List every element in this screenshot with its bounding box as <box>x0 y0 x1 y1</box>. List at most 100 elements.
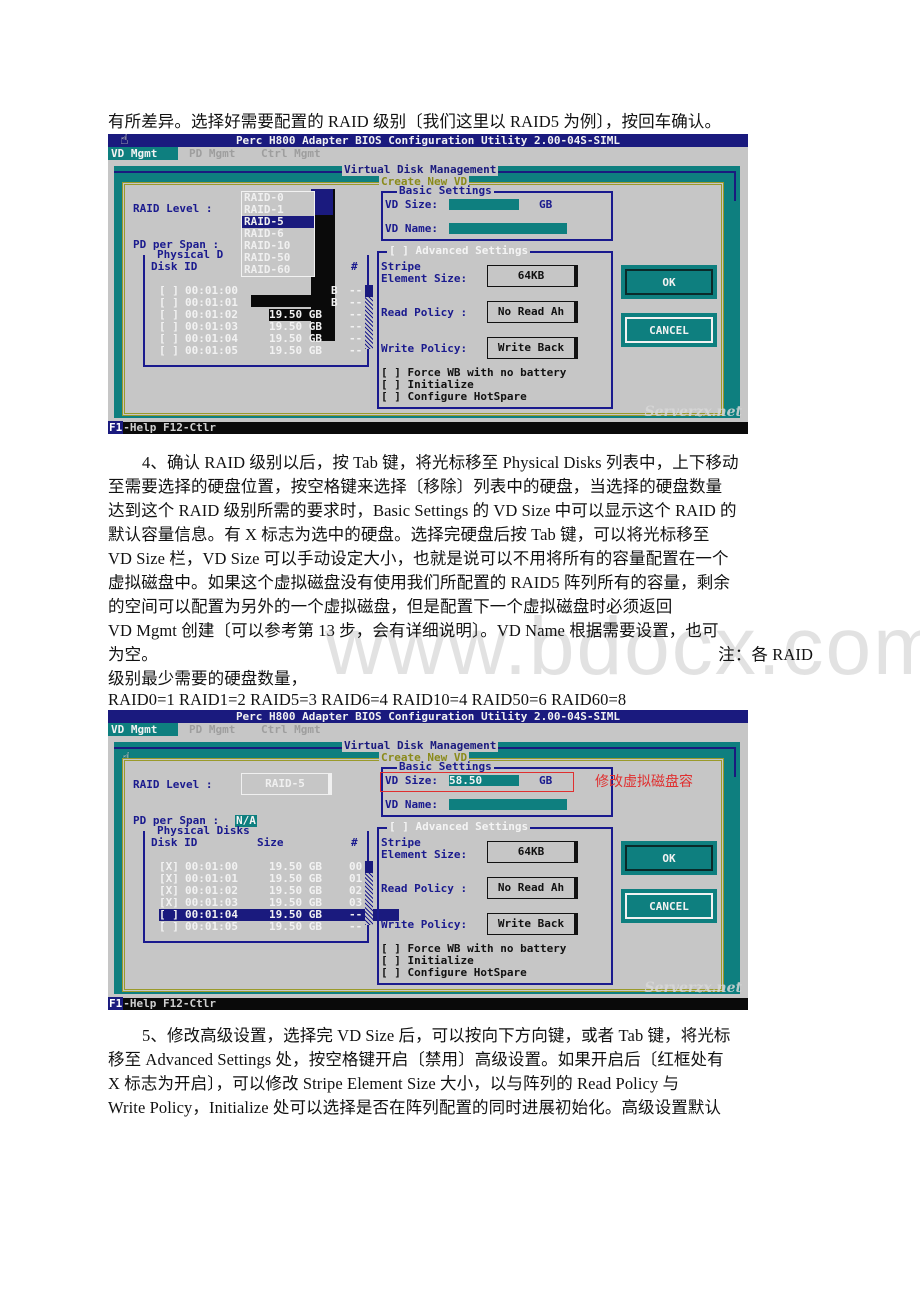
text-line: VD Mgmt 创建〔可以参考第 13 步，会有详细说明〕。VD Name 根据… <box>108 621 719 640</box>
bios-status-bar: F1-Help F12-Ctlr <box>108 421 748 434</box>
write-policy-select[interactable]: Write Back <box>487 337 575 359</box>
bios-title-bar: Perc H800 Adapter BIOS Configuration Uti… <box>108 134 748 147</box>
tab-pd-mgmt[interactable]: PD Mgmt <box>186 147 238 160</box>
text-line: 移至 Advanced Settings 处，按空格键开启〔禁用〕高级设置。如果… <box>108 1050 724 1069</box>
text-line: 有所差异。选择好需要配置的 RAID 级别〔我们这里以 RAID5 为例〕，按回… <box>108 112 722 131</box>
status-hint: -Help F12-Ctlr <box>123 997 216 1010</box>
ok-label: OK <box>625 845 713 871</box>
col-disk-id: Disk ID <box>151 836 198 849</box>
write-policy-select[interactable]: Write Back <box>487 913 575 935</box>
disk-size: 19.50 GB <box>269 920 322 933</box>
read-policy-label: Read Policy : <box>381 882 468 895</box>
raid-min-disks: RAID0=1 RAID1=2 RAID5=3 RAID6=4 RAID10=4… <box>108 690 627 709</box>
vd-size-label: VD Size: <box>385 198 438 211</box>
ok-button[interactable]: OK <box>621 841 717 875</box>
basic-settings-box: Basic Settings VD Size: GB VD Name: <box>381 185 613 241</box>
configure-hotspare-checkbox[interactable]: [ ] Configure HotSpare <box>381 967 527 979</box>
hand-cursor-icon: ☝ <box>120 134 129 148</box>
tab-pd-mgmt[interactable]: PD Mgmt <box>186 723 238 736</box>
scroll-thumb[interactable] <box>365 861 373 873</box>
disk-row[interactable]: [ ] 00:01:05 19.50 GB -- <box>159 921 399 933</box>
text-line: 5、修改高级设置，选择完 VD Size 后，可以按向下方向键，或者 Tab 键… <box>142 1026 731 1045</box>
stripe-size-select[interactable]: 64KB <box>487 841 575 863</box>
col-size: Size <box>257 836 284 849</box>
tab-ctrl-mgmt[interactable]: Ctrl Mgmt <box>258 147 324 160</box>
text-line: 达到这个 RAID 级别所需的要求时，Basic Settings 的 VD S… <box>108 501 737 520</box>
ok-label: OK <box>625 269 713 295</box>
text-line: 虚拟磁盘中。如果这个虚拟磁盘没有使用我们所配置的 RAID5 阵列所有的容量，剩… <box>108 573 730 592</box>
step5-paragraph: 5、修改高级设置，选择完 VD Size 后，可以按向下方向键，或者 Tab 键… <box>108 1024 813 1120</box>
advanced-settings-box: [ ] Advanced Settings Stripe Element Siz… <box>377 821 613 985</box>
element-size-label: Element Size: <box>381 272 468 285</box>
bios-screenshot-1: Perc H800 Adapter BIOS Configuration Uti… <box>108 134 748 434</box>
gb-unit: GB <box>539 198 553 211</box>
vd-size-input[interactable] <box>449 199 519 210</box>
bios-status-bar: F1-Help F12-Ctlr <box>108 997 748 1010</box>
disk-size: 19.50 GB <box>269 344 322 357</box>
bios-body: Virtual Disk Management Create New VD RA… <box>108 160 748 422</box>
disk-number: -- <box>349 920 363 933</box>
tab-vd-mgmt[interactable]: VD Mgmt <box>108 147 178 160</box>
advanced-settings-toggle[interactable]: [ ] Advanced Settings <box>387 821 531 833</box>
vd-size-annotation: 修改虚拟磁盘容 <box>595 774 693 790</box>
note-label: 注：各 RAID <box>718 645 813 664</box>
site-watermark: Serverzx.net <box>644 980 742 996</box>
col-num: # <box>351 836 358 849</box>
col-disk-id: Disk ID <box>151 260 198 273</box>
disk-list-scrollbar[interactable] <box>365 861 373 925</box>
write-policy-label: Write Policy: <box>381 918 468 931</box>
text-line: X 标志为开启〕，可以修改 Stripe Element Size 大小，以与阵… <box>108 1074 680 1093</box>
stripe-size-select[interactable]: 64KB <box>487 265 575 287</box>
vd-name-label: VD Name: <box>385 222 438 235</box>
step4-paragraph: 4、确认 RAID 级别以后，按 Tab 键，将光标移至 Physical Di… <box>108 451 813 709</box>
bios-title-bar: Perc H800 Adapter BIOS Configuration Uti… <box>108 710 748 723</box>
ok-button[interactable]: OK <box>621 265 717 299</box>
bios-body: Virtual Disk Management ☝ Create New VD … <box>108 736 748 998</box>
f1-key: F1 <box>108 997 124 1010</box>
site-watermark: Serverzx.net <box>644 404 742 420</box>
disk-id: 00:01:05 <box>185 344 238 357</box>
advanced-settings-box: [ ] Advanced Settings Stripe Element Siz… <box>377 245 613 409</box>
vd-size-highlight-box <box>380 772 574 792</box>
create-new-vd-dialog: Create New VD RAID Level : RAID-0 RAID-1… <box>122 176 724 416</box>
tab-ctrl-mgmt[interactable]: Ctrl Mgmt <box>258 723 324 736</box>
vd-name-input[interactable] <box>449 799 567 810</box>
disk-list-scrollbar[interactable] <box>365 285 373 349</box>
basic-settings-title: Basic Settings <box>397 184 494 197</box>
intro-paragraph: 有所差异。选择好需要配置的 RAID 级别〔我们这里以 RAID5 为例〕，按回… <box>108 110 813 134</box>
advanced-settings-toggle[interactable]: [ ] Advanced Settings <box>387 245 531 257</box>
text-line: Write Policy，Initialize 处可以选择是否在阵列配置的同时进… <box>108 1098 722 1117</box>
cancel-label: CANCEL <box>625 893 713 919</box>
disk-checkbox: [ ] <box>159 344 179 357</box>
create-new-vd-dialog: Create New VD RAID Level : RAID-5 PD per… <box>122 752 724 992</box>
tab-vd-mgmt[interactable]: VD Mgmt <box>108 723 178 736</box>
raid-level-select[interactable]: RAID-5 <box>241 773 329 795</box>
raid-level-label: RAID Level : <box>133 778 213 791</box>
element-size-label: Element Size: <box>381 848 468 861</box>
disk-size: B <box>331 296 338 309</box>
text-line: 级别最少需要的硬盘数量， <box>108 669 308 688</box>
vd-name-input[interactable] <box>449 223 567 234</box>
text-line: 默认容量信息。有 X 标志为选中的硬盘。选择完硬盘后按 Tab 键，可以将光标移… <box>108 525 710 544</box>
cancel-button[interactable]: CANCEL <box>621 313 717 347</box>
read-policy-select[interactable]: No Read Ah <box>487 877 575 899</box>
divider <box>734 747 736 777</box>
f1-key: F1 <box>108 421 124 434</box>
read-policy-select[interactable]: No Read Ah <box>487 301 575 323</box>
disk-checkbox: [ ] <box>159 920 179 933</box>
text-line: VD Size 栏，VD Size 可以手动设定大小，也就是说可以不用将所有的容… <box>108 549 729 568</box>
scroll-thumb[interactable] <box>365 285 373 297</box>
col-num: # <box>351 260 358 273</box>
disk-id: 00:01:05 <box>185 920 238 933</box>
bios-screenshot-2: Perc H800 Adapter BIOS Configuration Uti… <box>108 710 748 1010</box>
configure-hotspare-checkbox[interactable]: [ ] Configure HotSpare <box>381 391 527 403</box>
text-line: 为空。 注：各 RAID <box>108 643 813 667</box>
status-hint: -Help F12-Ctlr <box>123 421 216 434</box>
disk-row[interactable]: [ ] 00:01:05 19.50 GB -- <box>159 345 399 357</box>
vd-name-label: VD Name: <box>385 798 438 811</box>
bios-tab-bar: VD Mgmt PD Mgmt Ctrl Mgmt <box>108 147 748 160</box>
text-fragment: 为空。 <box>108 645 158 664</box>
cancel-button[interactable]: CANCEL <box>621 889 717 923</box>
raid-level-label: RAID Level : <box>133 202 213 215</box>
virtual-disk-management-panel: Virtual Disk Management Create New VD RA… <box>114 164 740 418</box>
